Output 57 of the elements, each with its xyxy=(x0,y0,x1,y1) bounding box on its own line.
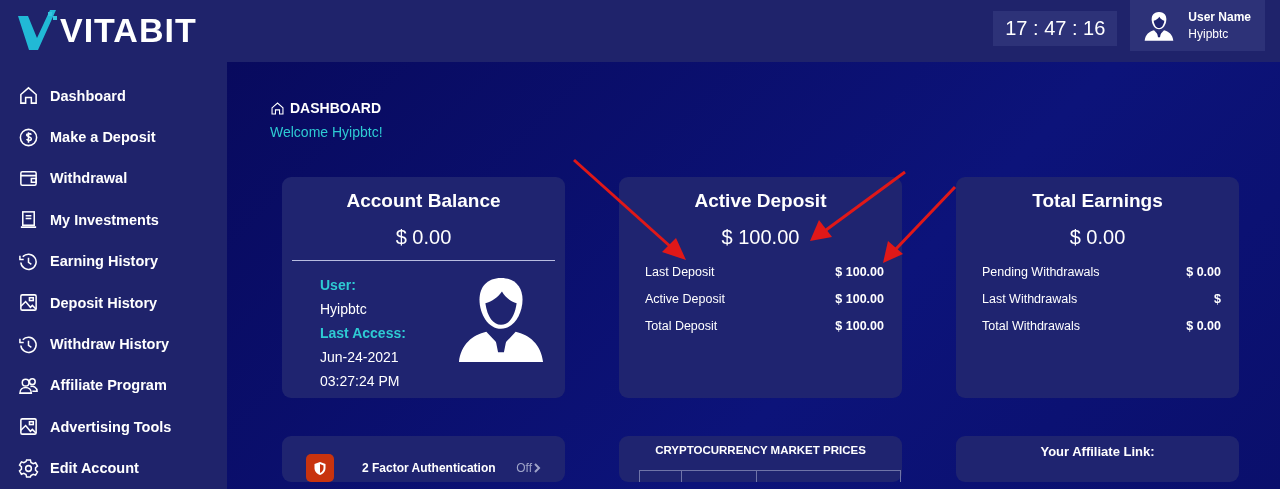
card-title: Active Deposit xyxy=(693,190,828,212)
info-value: Jun-24-2021 xyxy=(320,348,400,367)
card-title: Total Earnings xyxy=(1031,190,1164,212)
stat-label: Total Withdrawals xyxy=(982,319,1080,335)
amount: $ 0.00 xyxy=(394,226,453,249)
chevron-icon xyxy=(534,463,541,473)
amount: $ 100.00 xyxy=(720,226,801,249)
home-icon xyxy=(270,100,285,116)
logo-icon xyxy=(18,10,58,50)
avatar-icon xyxy=(1144,9,1175,42)
image-icon xyxy=(18,416,39,438)
stat-label: Last Deposit xyxy=(645,265,715,281)
stat-value: $ 100.00 xyxy=(835,319,884,335)
stat-label: Last Withdrawals xyxy=(982,292,1078,308)
panel-title: CRYPTOCURRENCY MARKET PRICES xyxy=(654,444,867,456)
sidebar-item[interactable]: Make a Deposit xyxy=(0,116,227,158)
info-value: 03:27:24 PM xyxy=(320,372,401,391)
sidebar-item[interactable]: Advertising Tools xyxy=(0,406,227,448)
image-icon xyxy=(18,292,39,314)
history-icon xyxy=(18,333,39,355)
stat-value: $ 100.00 xyxy=(835,292,884,308)
stat-value: $ xyxy=(1214,292,1221,308)
sidebar-item[interactable]: Earning History xyxy=(0,240,227,282)
user-label: User Name xyxy=(1188,10,1251,24)
user-menu[interactable]: User Name Hyipbtc xyxy=(1130,0,1265,51)
history-icon xyxy=(18,250,39,272)
stat-value: $ 0.00 xyxy=(1186,265,1221,281)
clock: 17 : 47 : 16 xyxy=(993,11,1118,46)
logo-text: VITABIT xyxy=(60,10,197,50)
sidebar-item[interactable]: Dashboard xyxy=(0,75,227,117)
breadcrumb: DASHBOARD xyxy=(290,100,381,116)
stat-value: $ 100.00 xyxy=(835,265,884,281)
sidebar-item[interactable]: Deposit History xyxy=(0,281,227,324)
shield-icon xyxy=(306,454,334,482)
sidebar-item[interactable]: My Investments xyxy=(0,199,227,241)
welcome-text: Welcome Hyipbtc! xyxy=(270,124,384,140)
stat-label: Active Deposit xyxy=(645,292,725,308)
card-title: Account Balance xyxy=(345,190,502,212)
panel-title: Your Affiliate Link: xyxy=(1039,444,1156,459)
setting-label: 2 Factor Authentication xyxy=(362,461,496,475)
sidebar-item[interactable]: Withdrawal xyxy=(0,157,227,200)
amount: $ 0.00 xyxy=(1068,226,1127,249)
sidebar-item[interactable]: Edit Account xyxy=(0,447,227,489)
home-icon xyxy=(18,85,39,107)
status-link[interactable]: Off xyxy=(516,461,541,475)
stat-label: Total Deposit xyxy=(645,319,718,335)
stat-value: $ 0.00 xyxy=(1186,319,1221,335)
stat-label: Pending Withdrawals xyxy=(982,265,1100,281)
info-label: User: xyxy=(320,276,357,295)
user-name: Hyipbtc xyxy=(1188,27,1230,41)
settings-icon xyxy=(18,457,39,479)
info-label: Last Access: xyxy=(320,324,406,343)
sidebar-item[interactable]: Affiliate Program xyxy=(0,364,227,407)
dollar-icon xyxy=(18,126,39,148)
sidebar-item[interactable]: Withdraw History xyxy=(0,323,227,365)
receipt-icon xyxy=(18,209,39,231)
info-value: Hyipbtc xyxy=(320,300,368,319)
